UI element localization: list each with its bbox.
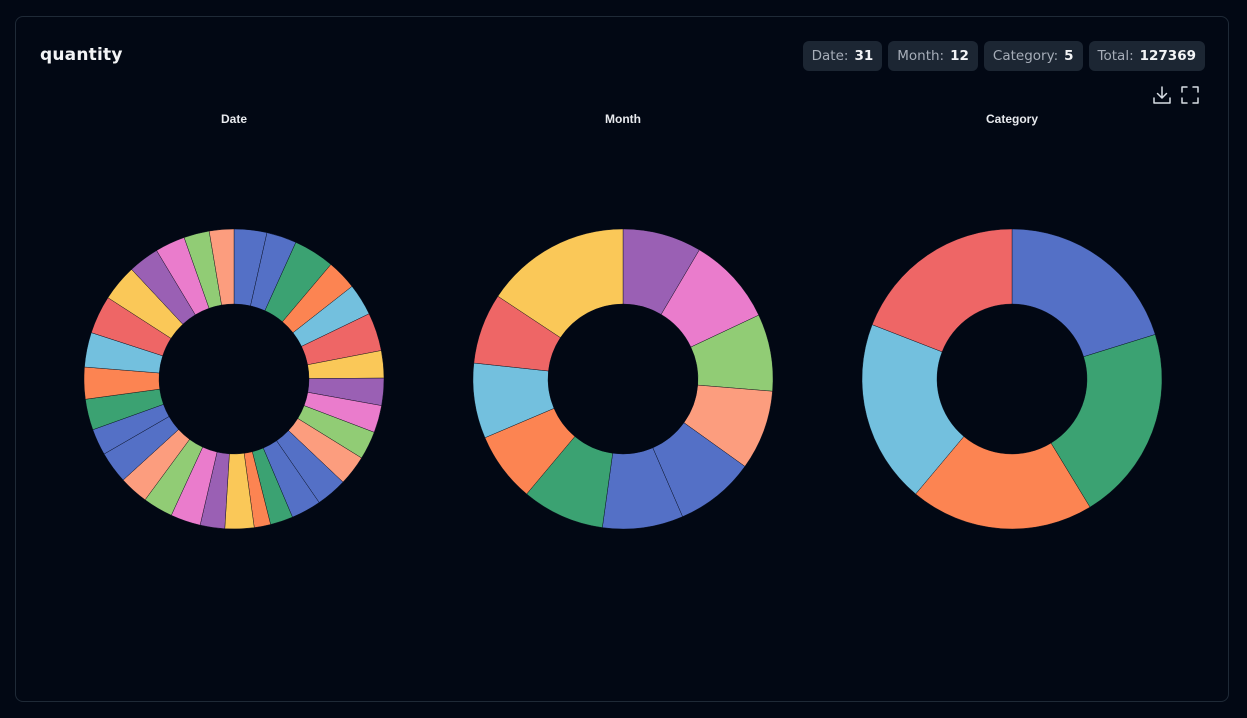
pie-slice[interactable] [1011, 228, 1156, 357]
donut-chart-category: Category [861, 112, 1163, 530]
chart-title: Month [605, 112, 641, 126]
donut-charts: Date Month Category [83, 112, 1163, 530]
chart-title: Category [986, 112, 1038, 126]
donut-chart-date: Date [83, 112, 385, 530]
donut-chart-month: Month [472, 112, 774, 530]
chart-title: Date [221, 112, 247, 126]
